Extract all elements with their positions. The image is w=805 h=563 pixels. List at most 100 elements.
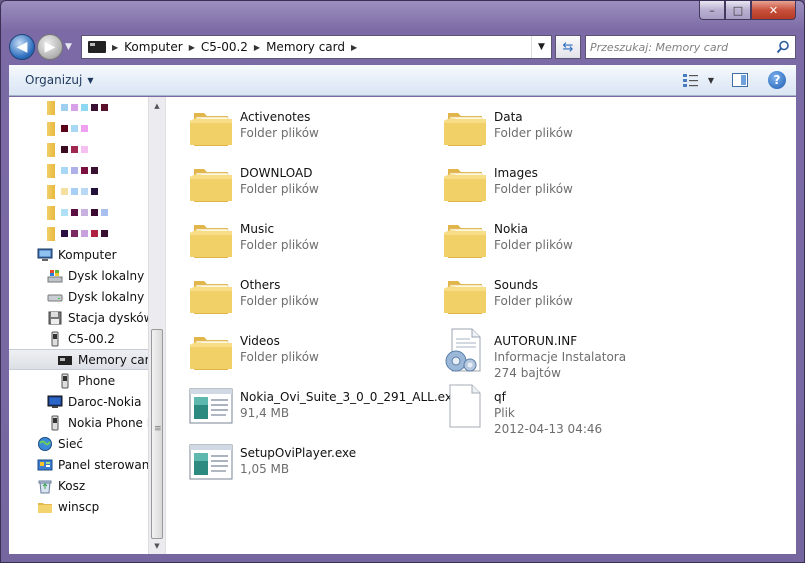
file-name: DOWNLOAD [240,166,313,180]
drive-icon [47,289,63,305]
folder-item[interactable]: Data Folder plików [440,101,573,155]
file-name: Data [494,110,523,124]
folder-icon [440,101,490,151]
file-meta-secondary: 2012-04-13 04:46 [494,422,603,436]
sidebar-item-memory-card[interactable]: Memory card [9,349,149,370]
blank-file-icon [440,381,490,431]
executable-icon [186,381,236,431]
sidebar-item-label: Komputer [58,247,117,262]
sidebar-item-sieć[interactable]: Sieć [9,433,149,454]
file-name: qf [494,390,506,404]
scroll-up-icon[interactable]: ▲ [149,97,165,114]
obscured-favorite-row[interactable] [47,202,149,223]
breadcrumb-separator-icon[interactable]: ▶ [112,43,118,52]
sidebar-item-panel-sterowania[interactable]: Panel sterowania [9,454,149,475]
help-icon[interactable]: ? [768,71,786,89]
memory-card-icon [88,41,106,53]
file-meta: Folder plików [240,294,319,308]
sidebar-item-label: Panel sterowania [58,457,149,472]
memory-card-icon [57,352,73,368]
obscured-favorite-row[interactable] [47,181,149,202]
folder-icon [186,325,236,375]
sidebar-item-dysk-lokalny-c[interactable]: Dysk lokalny (C [9,265,149,286]
organize-label: Organizuj [25,73,83,87]
search-input[interactable] [590,40,790,54]
sidebar-item-nokia-phone-b[interactable]: Nokia Phone B [9,412,149,433]
obscured-favorite-row[interactable] [47,118,149,139]
scrollbar-thumb[interactable] [151,329,163,539]
breadcrumb-c5[interactable]: C5-00.2 [201,40,248,54]
control-panel-icon [37,457,53,473]
sidebar-item-label: Memory card [78,352,149,367]
sidebar-item-phone[interactable]: Phone [9,370,149,391]
organize-button[interactable]: Organizuj ▼ [25,73,93,87]
file-item[interactable]: SetupOviPlayer.exe 1,05 MB [186,437,356,491]
scroll-down-icon[interactable]: ▼ [149,537,165,554]
navigation-scrollbar[interactable]: ▲ ▼ [148,97,165,554]
phone-icon [47,415,63,431]
minimize-button[interactable]: – [699,1,725,20]
sidebar-item-dysk-lokalny-d[interactable]: Dysk lokalny (D [9,286,149,307]
sidebar-item-kosz[interactable]: Kosz [9,475,149,496]
view-options-dropdown[interactable]: ▼ [708,76,714,85]
recent-pages-dropdown[interactable]: ▼ [65,42,77,52]
sidebar-item-c5-00-2[interactable]: C5-00.2 [9,328,149,349]
phone-icon [57,373,73,389]
back-button[interactable]: ◀ [9,34,35,60]
refresh-icon: ⇆ [562,39,574,55]
folder-item[interactable]: Activenotes Folder plików [186,101,319,155]
obscured-favorite-row[interactable] [47,139,149,160]
file-item[interactable]: qf Plik 2012-04-13 04:46 [440,381,603,436]
file-meta: 91,4 MB [240,406,290,420]
breadcrumb-separator-icon[interactable]: ▶ [254,43,260,52]
close-button[interactable]: ✕ [751,1,796,20]
recycle-bin-icon [37,478,53,494]
phone-icon [47,331,63,347]
file-meta: Folder plików [240,238,319,252]
file-name: Others [240,278,281,292]
file-meta: Folder plików [494,238,573,252]
sidebar-item-daroc-nokia[interactable]: Daroc-Nokia [9,391,149,412]
file-item[interactable]: Nokia_Ovi_Suite_3_0_0_291_ALL.exe 91,4 MB [186,381,459,435]
sidebar-item-winscp[interactable]: winscp [9,496,149,517]
address-bar[interactable]: ▶ Komputer ▶ C5-00.2 ▶ Memory card ▶ ▼ [81,35,552,59]
navigation-pane[interactable]: Komputer Dysk lokalny (C Dysk lokalny (D St… [9,97,166,554]
sidebar-item-label: Phone [78,373,116,388]
change-view-icon[interactable] [682,72,700,88]
file-meta: Folder plików [494,126,573,140]
file-name: Sounds [494,278,539,292]
breadcrumb-separator-icon[interactable]: ▶ [189,43,195,52]
folder-item[interactable]: Nokia Folder plików [440,213,573,267]
folder-icon [440,157,490,207]
search-icon[interactable] [776,40,790,54]
folder-item[interactable]: Images Folder plików [440,157,573,211]
preview-pane-icon[interactable] [732,73,748,87]
sidebar-item-label: Kosz [58,478,86,493]
file-name: SetupOviPlayer.exe [240,446,357,460]
folder-item[interactable]: Music Folder plików [186,213,319,267]
folder-item[interactable]: Others Folder plików [186,269,319,323]
file-name: Nokia_Ovi_Suite_3_0_0_291_ALL.exe [240,390,459,404]
floppy-icon [47,310,63,326]
refresh-button[interactable]: ⇆ [555,35,581,59]
sidebar-item-komputer[interactable]: Komputer [9,244,149,265]
folder-icon [186,157,236,207]
folder-item[interactable]: Videos Folder plików [186,325,319,379]
maximize-button[interactable]: □ [725,1,751,20]
sidebar-item-stacja-dysków-i[interactable]: Stacja dysków I [9,307,149,328]
breadcrumb-komputer[interactable]: Komputer [124,40,183,54]
file-item[interactable]: AUTORUN.INF Informacje Instalatora 274 baj… [440,325,626,380]
obscured-favorite-row[interactable] [47,97,149,118]
breadcrumb-memory-card[interactable]: Memory card [266,40,345,54]
forward-button[interactable]: ▶ [37,34,63,60]
breadcrumb-separator-icon[interactable]: ▶ [351,43,357,52]
folder-icon [37,499,53,515]
folder-item[interactable]: DOWNLOAD Folder plików [186,157,319,211]
folder-item[interactable]: Sounds Folder plików [440,269,573,323]
search-box [585,35,796,59]
sidebar-item-label: winscp [58,499,100,514]
obscured-favorite-row[interactable] [47,223,149,244]
address-history-dropdown[interactable]: ▼ [531,36,551,58]
folder-icon [186,213,236,263]
obscured-favorite-row[interactable] [47,160,149,181]
